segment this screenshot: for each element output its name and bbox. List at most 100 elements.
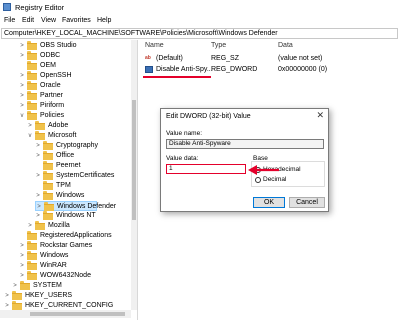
tree-item-label: Microsoft: [48, 132, 77, 139]
close-icon[interactable]: ✕: [316, 110, 324, 121]
tree-item[interactable]: > OpenSSH: [19, 71, 137, 81]
folder-icon: [43, 181, 53, 190]
edit-dword-dialog: Edit DWORD (32-bit) Value ✕ Value name: …: [160, 108, 329, 212]
ok-button[interactable]: OK: [253, 197, 285, 208]
dialog-title: Edit DWORD (32-bit) Value: [166, 113, 251, 120]
tree-item[interactable]: > Oracle: [19, 81, 137, 91]
value-name: (Default): [156, 55, 183, 62]
menu-help[interactable]: Help: [97, 17, 111, 24]
column-header-name[interactable]: Name: [145, 42, 164, 49]
chevron-right-icon[interactable]: >: [35, 141, 41, 151]
tree-horizontal-scrollbar[interactable]: [0, 310, 131, 318]
chevron-right-icon[interactable]: >: [12, 281, 18, 291]
arrow-head: [248, 165, 257, 175]
value-row-disable-antispyware[interactable]: Disable Anti-Spy... REG_DWORD 0x00000000…: [139, 64, 394, 75]
tree-item-label: OBS Studio: [40, 42, 77, 49]
chevron-down-icon[interactable]: v: [27, 131, 33, 141]
value-data-input[interactable]: 1: [166, 164, 246, 174]
column-header-data[interactable]: Data: [278, 42, 293, 49]
chevron-right-icon[interactable]: >: [19, 251, 25, 261]
chevron-right-icon[interactable]: >: [19, 241, 25, 251]
tree-item[interactable]: > ODBC: [19, 51, 137, 61]
menu-bar: File Edit View Favorites Help: [0, 15, 399, 27]
folder-icon: [27, 251, 37, 260]
string-value-icon: ab: [145, 55, 151, 61]
tree-item[interactable]: > Adobe: [27, 121, 137, 131]
tree-item[interactable]: > Rockstar Games: [19, 241, 137, 251]
folder-icon: [43, 141, 53, 150]
tree-item[interactable]: RegisteredApplications: [19, 231, 137, 241]
chevron-right-icon[interactable]: >: [27, 221, 33, 231]
chevron-right-icon[interactable]: >: [4, 291, 10, 301]
registry-tree: > OBS Studio > ODBC OEM > OpenSSH > Oracle > Partn…: [0, 40, 138, 320]
tree-item[interactable]: > WOW6432Node: [19, 271, 137, 281]
tree-item-label: OpenSSH: [40, 72, 72, 79]
scroll-thumb[interactable]: [132, 100, 136, 220]
chevron-down-icon[interactable]: v: [19, 111, 25, 121]
chevron-right-icon[interactable]: >: [19, 261, 25, 271]
chevron-right-icon[interactable]: >: [19, 81, 25, 91]
title-bar: Registry Editor: [0, 0, 399, 15]
chevron-right-icon[interactable]: >: [19, 41, 25, 51]
folder-icon: [35, 131, 45, 140]
chevron-right-icon[interactable]: >: [35, 211, 41, 221]
folder-icon: [27, 61, 37, 70]
tree-item[interactable]: > Office: [35, 151, 137, 161]
value-name-field: Disable Anti-Spyware: [166, 139, 324, 149]
chevron-right-icon[interactable]: >: [27, 121, 33, 131]
tree-item[interactable]: > Mozilla: [27, 221, 137, 231]
menu-favorites[interactable]: Favorites: [62, 17, 91, 24]
value-type: REG_SZ: [211, 55, 240, 62]
cancel-button[interactable]: Cancel: [289, 197, 325, 208]
tree-item-label: Office: [56, 152, 75, 159]
tree-item-label: Windows NT: [56, 212, 96, 219]
tree-item[interactable]: > Partner: [19, 91, 137, 101]
tree-item[interactable]: > Cryptography: [35, 141, 137, 151]
menu-view[interactable]: View: [41, 17, 56, 24]
folder-icon: [27, 81, 37, 90]
tree-item[interactable]: > Windows NT: [35, 211, 137, 221]
folder-icon: [12, 301, 22, 310]
chevron-right-icon[interactable]: >: [19, 271, 25, 281]
tree-item[interactable]: > Windows: [35, 191, 137, 201]
folder-icon: [35, 121, 45, 130]
tree-item-label: Peernet: [56, 162, 81, 169]
folder-icon: [27, 71, 37, 80]
tree-item[interactable]: > OBS Studio: [19, 41, 137, 51]
tree-item[interactable]: TPM: [35, 181, 137, 191]
chevron-right-icon[interactable]: >: [35, 151, 41, 161]
value-name-label: Value name:: [166, 130, 203, 137]
menu-file[interactable]: File: [4, 17, 15, 24]
tree-item-label: Windows: [56, 192, 85, 199]
chevron-right-icon[interactable]: >: [35, 191, 41, 201]
tree-item[interactable]: Peernet: [35, 161, 137, 171]
chevron-right-icon[interactable]: >: [19, 51, 25, 61]
folder-icon: [43, 171, 53, 180]
chevron-right-icon[interactable]: >: [19, 91, 25, 101]
chevron-right-icon[interactable]: >: [19, 71, 25, 81]
folder-icon: [27, 101, 37, 110]
chevron-right-icon[interactable]: >: [35, 171, 41, 181]
chevron-right-icon[interactable]: >: [19, 101, 25, 111]
tree-item[interactable]: OEM: [19, 61, 137, 71]
menu-edit[interactable]: Edit: [22, 17, 34, 24]
tree-item[interactable]: > HKEY_USERS: [4, 291, 124, 301]
tree-item[interactable]: v Policies: [19, 111, 137, 121]
scroll-thumb[interactable]: [30, 312, 125, 316]
tree-item-label: WOW6432Node: [40, 272, 91, 279]
column-header-type[interactable]: Type: [211, 42, 226, 49]
address-bar[interactable]: Computer\HKEY_LOCAL_MACHINE\SOFTWARE\Pol…: [1, 28, 398, 39]
tree-item[interactable]: > SystemCertificates: [35, 171, 137, 181]
tree-item[interactable]: > SYSTEM: [12, 281, 132, 291]
tree-item[interactable]: > Piriform: [19, 101, 137, 111]
tree-vertical-scrollbar[interactable]: [131, 40, 137, 310]
value-row-default[interactable]: ab (Default) REG_SZ (value not set): [139, 53, 394, 64]
tree-item-label: RegisteredApplications: [40, 232, 112, 239]
tree-item[interactable]: > WinRAR: [19, 261, 137, 271]
tree-item[interactable]: v Microsoft: [27, 131, 137, 141]
value-data-label: Value data:: [166, 155, 199, 162]
folder-icon: [27, 261, 37, 270]
tree-item[interactable]: > Windows: [19, 251, 137, 261]
window-title: Registry Editor: [15, 3, 65, 12]
tree-item[interactable]: > Windows Defender: [35, 201, 116, 211]
